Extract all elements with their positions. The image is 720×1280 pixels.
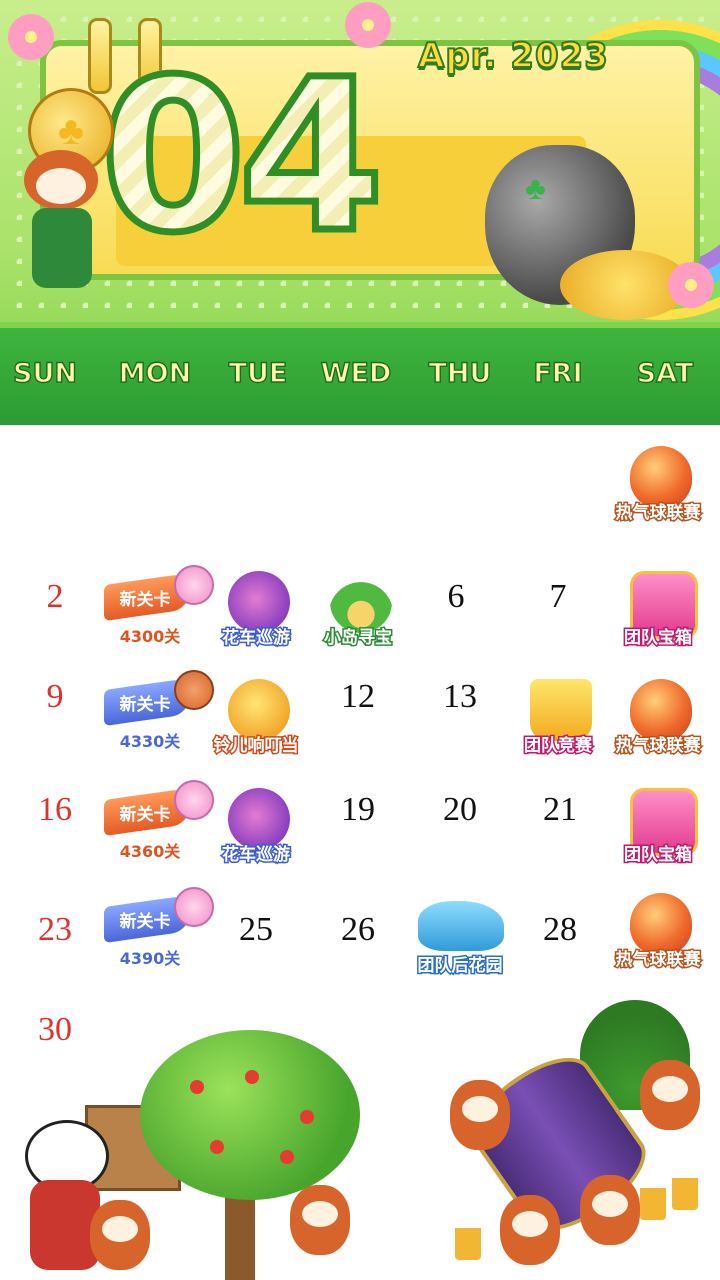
day-number: 28 bbox=[543, 911, 577, 948]
day-cell[interactable]: 21 bbox=[510, 760, 610, 860]
red-panda-illustration bbox=[640, 1060, 700, 1130]
day-number: 2 bbox=[46, 578, 64, 615]
day-cell[interactable]: 7 bbox=[508, 547, 608, 647]
day-cell[interactable]: 26 bbox=[308, 880, 408, 980]
footer-illustration bbox=[0, 1000, 720, 1280]
ribbon-text: 新关卡 bbox=[119, 590, 171, 610]
day-number: 21 bbox=[543, 791, 577, 828]
event-label: 团队后花园 bbox=[416, 955, 504, 978]
ribbon-text: 新关卡 bbox=[119, 695, 171, 715]
beer-mug-icon bbox=[640, 1180, 666, 1220]
day-number: 20 bbox=[443, 791, 477, 828]
day-cell[interactable]: 6 bbox=[406, 547, 506, 647]
day-number: 12 bbox=[341, 678, 375, 715]
red-panda-accordion-illustration bbox=[450, 1080, 510, 1150]
event-label: 热气球联赛 bbox=[614, 949, 702, 972]
apple-icon bbox=[190, 1080, 204, 1094]
day-number: 6 bbox=[447, 578, 465, 615]
event-label: 花车巡游 bbox=[221, 627, 292, 650]
day-number: 25 bbox=[239, 911, 273, 948]
event-label: 小岛寻宝 bbox=[323, 627, 394, 650]
flower-icon bbox=[8, 14, 54, 60]
day-cell[interactable]: 13 bbox=[410, 647, 510, 747]
day-cell[interactable]: 12 bbox=[308, 647, 408, 747]
day-number: 23 bbox=[38, 911, 72, 948]
weekday-fri: FRI bbox=[533, 357, 584, 389]
event-label: 团队竞赛 bbox=[523, 735, 594, 758]
apple-icon bbox=[245, 1070, 259, 1084]
weekday-tue: TUE bbox=[228, 357, 288, 389]
month-number: 04 bbox=[96, 34, 387, 279]
apple-icon bbox=[280, 1150, 294, 1164]
beer-mug-icon bbox=[455, 1220, 481, 1260]
calendar-grid: 热气球联赛 2 新关卡 4300关 花车巡游 小岛寻宝 6 7 团队宝箱 9 新… bbox=[0, 425, 720, 1048]
event-label: 团队宝箱 bbox=[623, 844, 694, 867]
weekday-thu: THU bbox=[428, 357, 492, 389]
event-team-competition[interactable]: 团队竞赛 bbox=[508, 673, 608, 773]
event-float-parade[interactable]: 花车巡游 bbox=[206, 782, 306, 882]
day-number: 16 bbox=[38, 791, 72, 828]
day-number: 19 bbox=[341, 791, 375, 828]
day-cell[interactable]: 19 bbox=[308, 760, 408, 860]
weekday-sat: SAT bbox=[636, 357, 694, 389]
day-cell[interactable]: 28 bbox=[510, 880, 610, 980]
weekday-wed: WED bbox=[320, 357, 392, 389]
new-level-ribbon[interactable]: 新关卡 4330关 bbox=[100, 670, 214, 770]
red-panda-illustration bbox=[290, 1185, 350, 1255]
level-number: 4390关 bbox=[119, 949, 181, 968]
flower-icon bbox=[345, 2, 391, 48]
ribbon-text: 新关卡 bbox=[119, 805, 171, 825]
level-number: 4360关 bbox=[119, 842, 181, 861]
event-label: 热气球联赛 bbox=[614, 735, 702, 758]
watering-can-icon bbox=[418, 901, 504, 951]
ribbon-text: 新关卡 bbox=[119, 912, 171, 932]
apple-tree-illustration bbox=[140, 1030, 360, 1200]
day-cell[interactable]: 16 bbox=[5, 760, 105, 860]
event-label: 热气球联赛 bbox=[614, 502, 702, 525]
new-level-ribbon[interactable]: 新关卡 4300关 bbox=[100, 565, 214, 665]
event-label: 铃儿响叮当 bbox=[212, 735, 300, 758]
day-cell[interactable]: 9 bbox=[5, 647, 105, 747]
new-level-ribbon[interactable]: 新关卡 4390关 bbox=[100, 887, 214, 987]
red-panda-illustration bbox=[580, 1175, 640, 1245]
day-cell[interactable]: 25 bbox=[206, 880, 306, 980]
event-team-chest[interactable]: 团队宝箱 bbox=[608, 565, 708, 665]
day-number: 9 bbox=[46, 678, 64, 715]
event-team-chest[interactable]: 团队宝箱 bbox=[608, 782, 708, 882]
red-panda-illustration bbox=[90, 1200, 150, 1270]
event-hot-air-balloon[interactable]: 热气球联赛 bbox=[608, 887, 708, 987]
day-number: 26 bbox=[341, 911, 375, 948]
day-cell[interactable]: 20 bbox=[410, 760, 510, 860]
weekday-mon: MON bbox=[118, 357, 192, 389]
clover-icon: ♣ bbox=[525, 170, 546, 206]
day-number: 7 bbox=[549, 578, 567, 615]
month-title: Apr. 2023 bbox=[417, 35, 609, 77]
event-hot-air-balloon[interactable]: 热气球联赛 bbox=[608, 673, 708, 773]
event-hot-air-balloon[interactable]: 热气球联赛 bbox=[608, 440, 708, 540]
red-panda-mascot bbox=[14, 150, 104, 300]
day-number: 13 bbox=[443, 678, 477, 715]
event-label: 团队宝箱 bbox=[623, 627, 694, 650]
red-panda-illustration bbox=[500, 1195, 560, 1265]
weekday-sun: SUN bbox=[12, 357, 77, 389]
event-jingle-bells[interactable]: 铃儿响叮当 bbox=[206, 673, 306, 773]
beer-mug-icon bbox=[672, 1170, 698, 1210]
new-level-ribbon[interactable]: 新关卡 4360关 bbox=[100, 780, 214, 880]
event-team-garden[interactable]: 团队后花园 bbox=[410, 893, 510, 993]
flower-icon bbox=[668, 262, 714, 308]
apple-icon bbox=[210, 1140, 224, 1154]
day-cell[interactable]: 2 bbox=[5, 547, 105, 647]
calendar-header: Apr. 2023 04 ♣ ♣ SUN MON TUE WED THU FRI… bbox=[0, 0, 720, 425]
level-number: 4330关 bbox=[119, 732, 181, 751]
apple-icon bbox=[300, 1110, 314, 1124]
day-cell[interactable]: 23 bbox=[5, 880, 105, 980]
level-number: 4300关 bbox=[119, 627, 181, 646]
event-float-parade[interactable]: 花车巡游 bbox=[206, 565, 306, 665]
event-label: 花车巡游 bbox=[221, 844, 292, 867]
